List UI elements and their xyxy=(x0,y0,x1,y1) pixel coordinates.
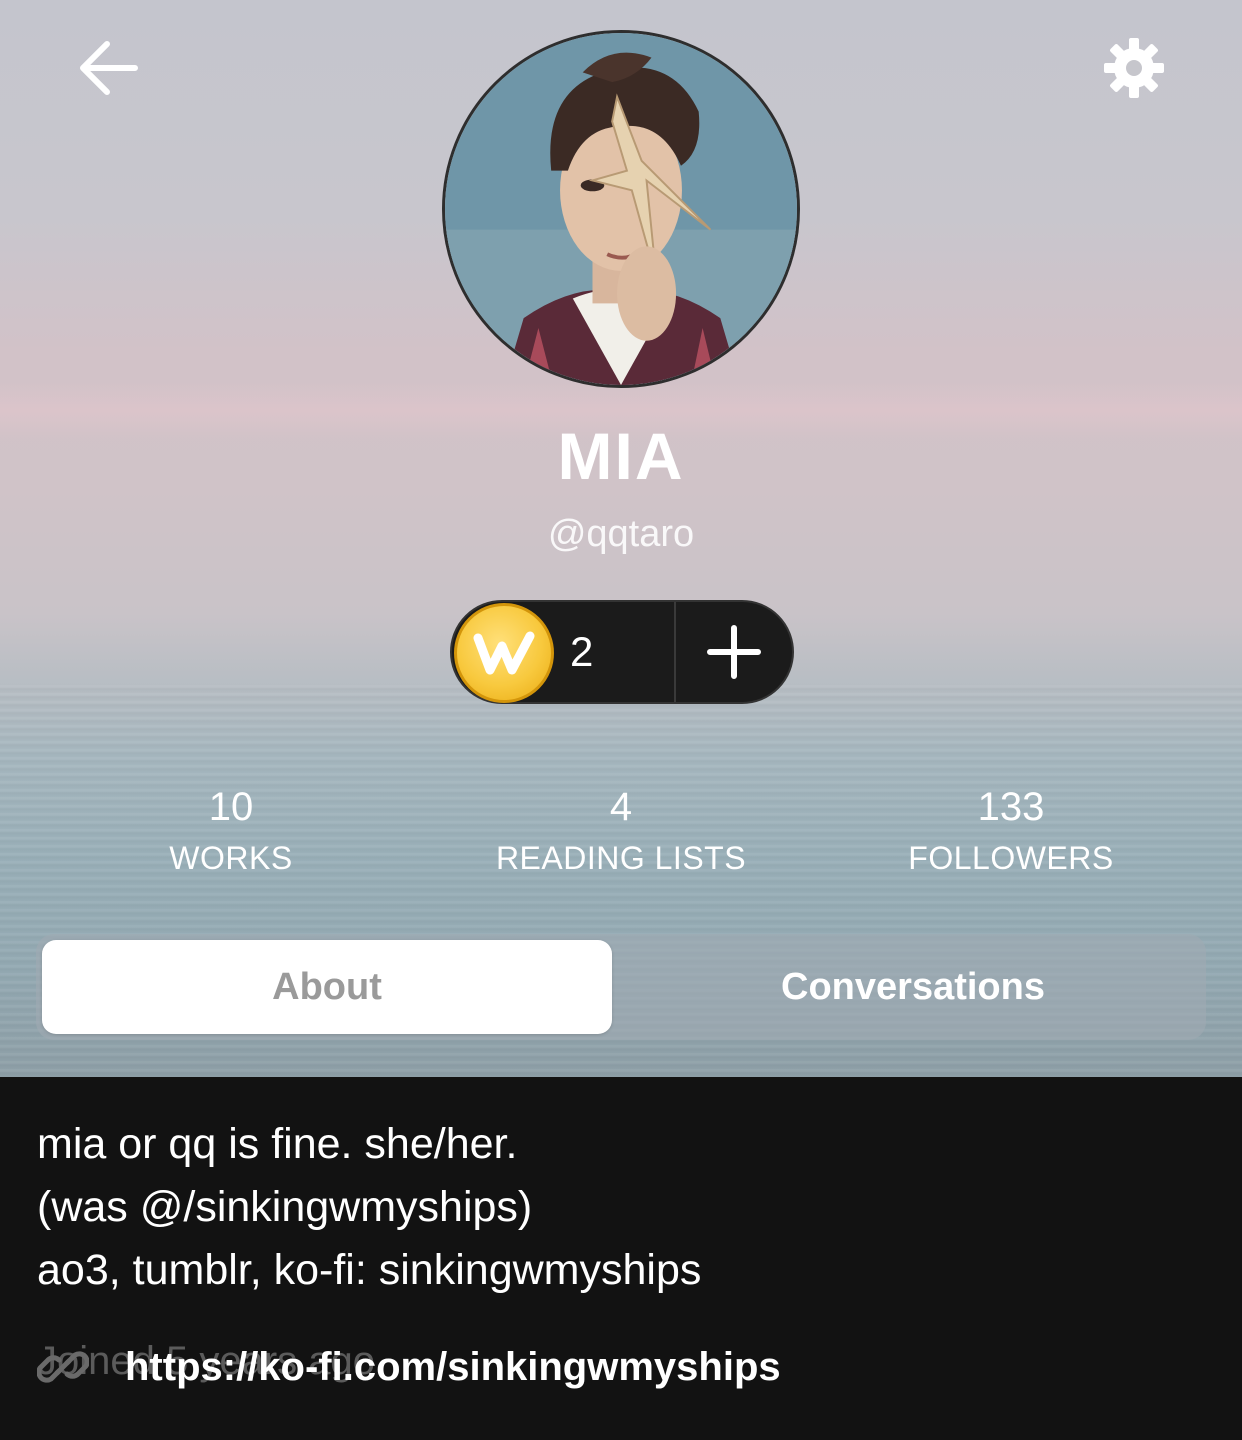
avatar-portrait xyxy=(445,33,797,385)
username: @qqtaro xyxy=(547,513,695,555)
arrow-left-icon xyxy=(80,41,138,95)
stat-value: 10 xyxy=(208,785,254,829)
link-url[interactable]: https://ko-fi.com/sinkingwmyships xyxy=(125,1345,781,1390)
bio-line: mia or qq is fine. she/her. xyxy=(37,1120,518,1168)
bio-line: ao3, tumblr, ko-fi: sinkingwmyships xyxy=(37,1246,702,1294)
tab-about[interactable]: About xyxy=(42,940,612,1034)
stat-works[interactable]: 10 WORKS xyxy=(81,785,381,877)
tab-conversations[interactable]: Conversations xyxy=(626,940,1200,1034)
stat-value: 133 xyxy=(977,785,1045,829)
display-name: MIA xyxy=(557,419,685,493)
profile-stats: 10 WORKS 4 READING LISTS 133 FOLLOWERS xyxy=(0,785,1242,895)
about-section: mia or qq is fine. she/her. (was @/sinki… xyxy=(0,1077,1242,1440)
stat-value: 4 xyxy=(609,785,633,829)
bio: mia or qq is fine. she/her. (was @/sinki… xyxy=(37,1113,1207,1302)
gear-icon xyxy=(1104,38,1164,98)
bio-line: (was @/sinkingwmyships) xyxy=(37,1183,533,1231)
stat-followers[interactable]: 133 FOLLOWERS xyxy=(861,785,1161,877)
stat-reading-lists[interactable]: 4 READING LISTS xyxy=(471,785,771,877)
coin-count: 2 xyxy=(570,628,594,675)
stat-label: FOLLOWERS xyxy=(908,840,1114,876)
stat-label: READING LISTS xyxy=(495,840,747,876)
profile-tabs: About Conversations xyxy=(36,934,1206,1040)
stat-label: WORKS xyxy=(169,840,293,876)
wattpad-coin-icon xyxy=(454,603,554,703)
avatar[interactable] xyxy=(442,30,800,388)
plus-icon xyxy=(707,625,761,679)
coins-pill[interactable]: 2 xyxy=(450,600,794,704)
settings-button[interactable] xyxy=(1098,32,1170,104)
back-button[interactable] xyxy=(70,30,146,106)
external-link[interactable]: https://ko-fi.com/sinkingwmyships xyxy=(37,1337,781,1397)
add-coins-button[interactable] xyxy=(676,602,792,702)
link-icon xyxy=(37,1341,89,1393)
